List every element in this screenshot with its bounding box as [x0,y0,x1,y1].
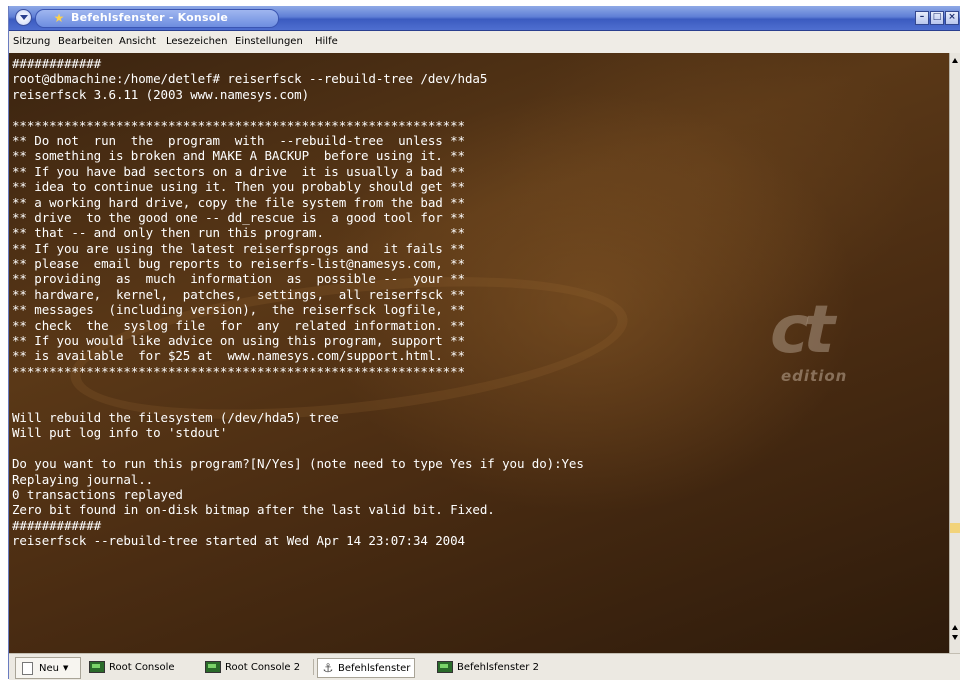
terminal-line: ** If you would like advice on using thi… [12,333,465,349]
new-document-icon [22,661,33,675]
terminal-line: ** idea to continue using it. Then you p… [12,179,465,195]
logo-text: ct [762,291,838,368]
terminal-line: Will put log info to 'stdout' [12,425,228,441]
chevron-down-icon: ▼ [62,664,69,672]
terminal-line: ** Do not run the program with --rebuild… [12,132,465,148]
terminal-line: ** something is broken and MAKE A BACKUP… [12,148,465,164]
terminal-icon [437,661,453,673]
terminal-line: ** providing as much information as poss… [12,271,465,287]
terminal-line: Zero bit found in on-disk bitmap after t… [12,502,495,518]
menu-hilfe[interactable]: Hilfe [315,36,338,48]
terminal-line: ** hardware, kernel, patches, settings, … [12,286,465,302]
tab-label: Root Console 2 [225,661,301,673]
session-tabbar: Neu ▼ Root Console Root Console 2 ⚓ Befe… [9,653,960,680]
close-button[interactable]: × [945,11,959,25]
konsole-app-icon: ★ [53,11,65,25]
new-session-button[interactable]: Neu ▼ [15,657,81,679]
terminal-line: reiserfsck --rebuild-tree started at Wed… [12,533,465,549]
terminal-line: ****************************************… [12,117,465,133]
terminal-line: ** check the syslog file for any related… [12,317,465,333]
tab-label: Befehlsfenster 2 [457,661,539,673]
shell-icon: ⚓ [322,661,334,675]
terminal-line: ** messages (including version), the rei… [12,302,465,318]
terminal-icon [89,661,105,673]
terminal-line: root@dbmachine:/home/detlef# reiserfsck … [12,71,488,87]
terminal-line: Replaying journal.. [12,471,154,487]
menubar: Sitzung Bearbeiten Ansicht Lesezeichen E… [9,31,960,54]
menu-einstellungen[interactable]: Einstellungen [235,36,303,48]
menu-bearbeiten[interactable]: Bearbeiten [58,36,113,48]
ct-edition-logo: ct edition [763,291,901,385]
vertical-scrollbar[interactable] [949,53,960,653]
terminal-line: ** please email bug reports to reiserfs-… [12,256,465,272]
tab-divider [313,659,314,675]
tab-befehlsfenster-2[interactable]: Befehlsfenster 2 [437,658,539,676]
terminal-line: ** If you are using the latest reiserfsp… [12,240,465,256]
scroll-up-small-icon[interactable] [952,625,958,630]
terminal-line: ** drive to the good one -- dd_rescue is… [12,209,465,225]
minimize-button[interactable]: – [915,11,929,25]
window-menu-button[interactable] [15,9,32,26]
menu-ansicht[interactable]: Ansicht [119,36,156,48]
new-session-label: Neu [39,662,59,674]
terminal-line: ****************************************… [12,363,465,379]
terminal-line: ** is available for $25 at www.namesys.c… [12,348,465,364]
terminal-line: 0 transactions replayed [12,486,183,502]
maximize-button[interactable]: □ [930,11,944,25]
terminal-line: ** If you have bad sectors on a drive it… [12,163,465,179]
terminal-line: ############ [12,517,102,533]
terminal-line: reiserfsck 3.6.11 (2003 www.namesys.com) [12,86,310,102]
tab-label: Root Console [109,661,175,673]
terminal-line: Do you want to run this program?[N/Yes] … [12,456,584,472]
terminal-output: ############ root@dbmachine:/home/detlef… [12,56,584,549]
scroll-up-icon[interactable] [952,58,958,63]
window-title: Befehlsfenster - Konsole [71,11,229,24]
menu-sitzung[interactable]: Sitzung [13,36,50,48]
tab-root-console-2[interactable]: Root Console 2 [205,658,300,676]
tab-root-console[interactable]: Root Console [89,658,175,676]
tab-befehlsfenster[interactable]: ⚓ Befehlsfenster [317,658,416,678]
title-bar[interactable]: ★ Befehlsfenster - Konsole – □ × [9,6,960,31]
terminal-line: Will rebuild the filesystem (/dev/hda5) … [12,409,339,425]
terminal-view[interactable]: ct edition ############ root@dbmachine:/… [9,53,949,653]
konsole-window: ★ Befehlsfenster - Konsole – □ × Sitzung… [8,6,960,680]
logo-subtext: edition [781,367,848,385]
menu-lesezeichen[interactable]: Lesezeichen [166,36,227,48]
terminal-icon [205,661,221,673]
tab-label: Befehlsfenster [338,662,411,674]
scroll-thumb[interactable] [950,523,960,533]
terminal-line: ############ [12,56,102,71]
terminal-line: ** that -- and only then run this progra… [12,225,465,241]
terminal-line: ** a working hard drive, copy the file s… [12,194,465,210]
scroll-down-icon[interactable] [952,635,958,640]
